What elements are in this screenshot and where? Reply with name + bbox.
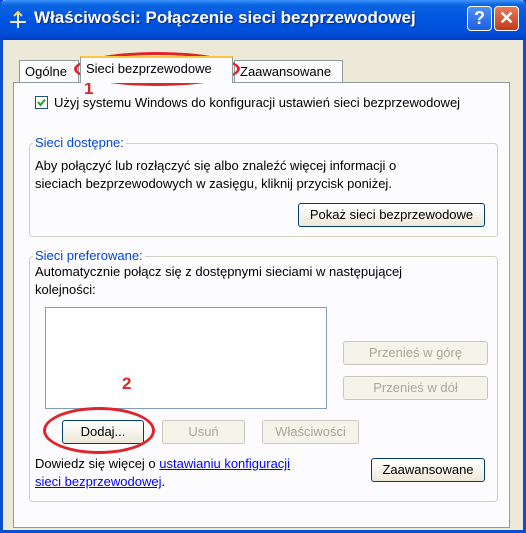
remove-button[interactable]: Usuń: [162, 420, 245, 444]
step2-highlight-ellipse: [43, 407, 155, 454]
network-connection-icon: [10, 10, 26, 28]
preferred-description-line1: Automatycznie połącz się z dostępnymi si…: [35, 264, 403, 279]
step2-label: 2: [122, 374, 132, 393]
advanced-button[interactable]: Zaawansowane: [371, 458, 485, 482]
move-down-button[interactable]: Przenieś w dół: [343, 376, 488, 400]
show-wireless-networks-button[interactable]: Pokaż sieci bezprzewodowe: [298, 203, 485, 227]
available-description-line2: sieciach bezprzewodowych w zasięgu, klik…: [35, 176, 392, 191]
available-networks-legend: Sieci dostępne:: [33, 135, 126, 150]
close-button[interactable]: ✕: [494, 6, 519, 31]
learn-more-link-line2[interactable]: sieci bezprzewodowej: [35, 474, 161, 489]
move-up-button[interactable]: Przenieś w górę: [343, 341, 488, 365]
help-button[interactable]: ?: [467, 6, 492, 31]
preferred-description-line2: kolejności:: [35, 282, 96, 297]
checkmark-icon: [37, 98, 46, 107]
properties-button[interactable]: Właściwości: [262, 420, 359, 444]
learn-more-suffix: .: [161, 474, 166, 489]
tab-advanced[interactable]: Zaawansowane: [234, 60, 343, 82]
use-windows-config-label: Użyj systemu Windows do konfiguracji ust…: [54, 95, 461, 110]
tab-general[interactable]: Ogólne: [19, 60, 79, 82]
use-windows-config-checkbox[interactable]: [35, 96, 48, 109]
preferred-networks-list[interactable]: [45, 307, 327, 409]
available-description-line1: Aby połączyć lub rozłączyć się albo znal…: [35, 158, 397, 173]
learn-more-prefix: Dowiedz się więcej o: [35, 456, 160, 471]
tab-wireless-networks[interactable]: Sieci bezprzewodowe: [80, 56, 233, 83]
title-bar[interactable]: Właściwości: Połączenie sieci bezprzewod…: [0, 0, 526, 40]
preferred-networks-legend: Sieci preferowane:: [33, 248, 145, 263]
learn-more-link-line1[interactable]: ustawianiu konfiguracji: [159, 456, 290, 471]
window-title: Właściwości: Połączenie sieci bezprzewod…: [34, 8, 416, 27]
learn-more-text: Dowiedz się więcej o ustawianiu konfigur…: [35, 455, 290, 491]
